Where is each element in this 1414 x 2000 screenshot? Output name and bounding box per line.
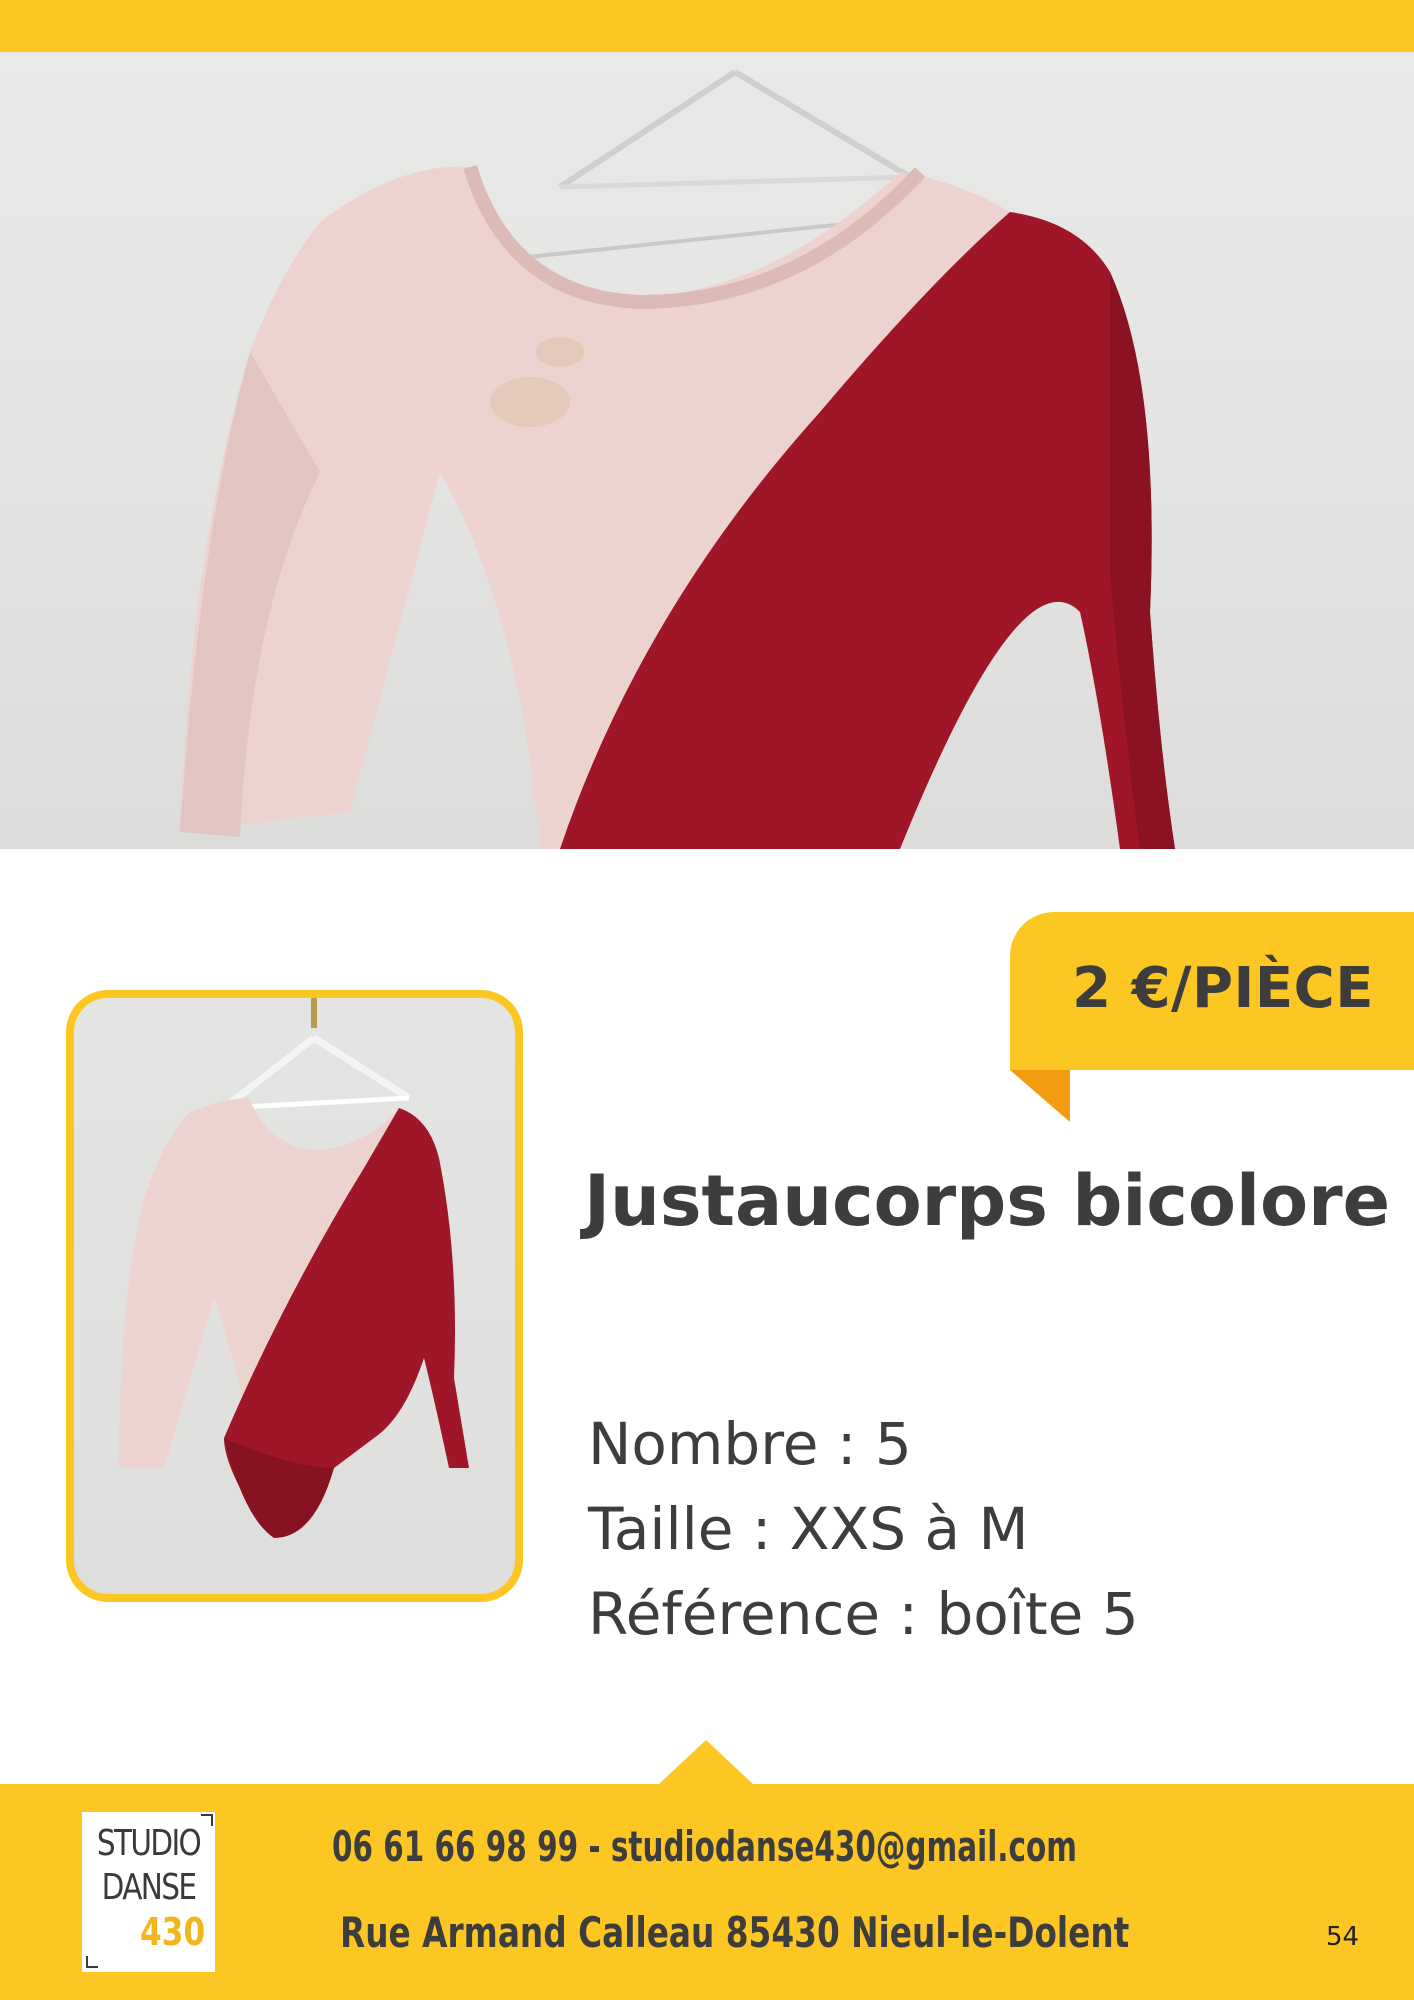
address: Rue Armand Calleau 85430 Nieul-le-Dolent [340, 1908, 1130, 1957]
logo-corner-mark [86, 1956, 98, 1968]
footer-notch [658, 1740, 754, 1785]
product-thumbnail [66, 990, 523, 1602]
price-tag: 2 €/PIÈCE [1010, 912, 1414, 1070]
price-tag-fold [1010, 1070, 1070, 1122]
detail-size: Taille : XXS à M [588, 1495, 1029, 1563]
contact-info: 06 61 66 98 99 - studiodanse430@gmail.co… [332, 1822, 1077, 1871]
product-details: Nombre : 5 Taille : XXS à M Référence : … [588, 1402, 1139, 1657]
top-accent-bar [0, 0, 1414, 52]
leotard-photo-icon [119, 998, 469, 1538]
logo-line-studio: STUDIO [96, 1823, 202, 1864]
studio-logo: STUDIO DANSE 430 [82, 1812, 215, 1972]
detail-quantity: Nombre : 5 [588, 1410, 912, 1478]
logo-line-430: 430 [140, 1910, 206, 1954]
hero-photo [0, 52, 1414, 849]
leotard-photo-icon [180, 69, 1175, 849]
logo-line-danse: DANSE [101, 1867, 197, 1908]
price-label: 2 €/PIÈCE [1072, 956, 1374, 1021]
page-number: 54 [1326, 1922, 1360, 1952]
product-title: Justaucorps bicolore [584, 1160, 1391, 1242]
detail-reference: Référence : boîte 5 [588, 1580, 1139, 1648]
